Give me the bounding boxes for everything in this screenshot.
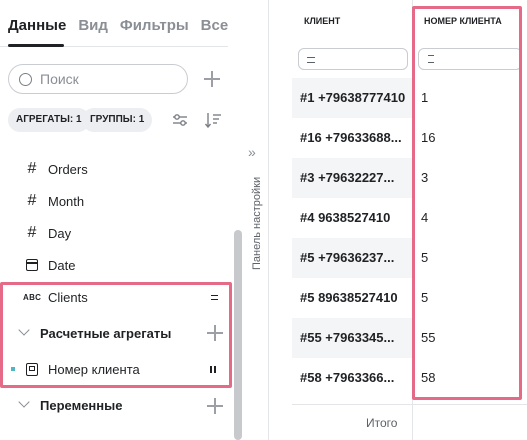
field-label: Clients	[48, 289, 88, 305]
client-number-cell: 58	[421, 370, 436, 385]
table-row[interactable]: #55 +7963345... 55	[292, 318, 527, 358]
chevron-down-icon[interactable]	[18, 396, 30, 408]
pause-handle-icon[interactable]	[210, 365, 216, 373]
string-type-icon: ABC	[23, 292, 42, 302]
scrollbar-thumb[interactable]	[234, 230, 242, 440]
field-client-number[interactable]: Номер клиента	[0, 353, 232, 385]
field-date[interactable]: Date	[0, 249, 232, 281]
sort-icon[interactable]	[204, 111, 222, 129]
client-number-cell: 16	[421, 130, 436, 145]
data-table: КЛИЕНТ НОМЕР КЛИЕНТА #1 +79638777410 1 #…	[292, 0, 527, 440]
table-row[interactable]: #58 +7963366... 58	[292, 358, 527, 398]
field-label: Номер клиента	[48, 361, 140, 377]
filter-icon	[307, 57, 315, 63]
data-panel: Данные Вид Фильтры Все АГРЕГАТЫ: 1 ГРУПП…	[0, 0, 244, 440]
section-variables[interactable]: Переменные	[0, 389, 232, 421]
tab-all[interactable]: Все	[201, 16, 229, 48]
client-number-cell: 55	[421, 330, 436, 345]
column-separator	[412, 0, 413, 440]
numeric-filter-icon	[428, 55, 434, 63]
client-cell: #16 +79633688...	[300, 130, 402, 145]
field-day[interactable]: # Day	[0, 217, 232, 249]
client-number-cell: 3	[421, 170, 429, 185]
table-row[interactable]: #4 9638527410 4	[292, 198, 527, 238]
chevron-down-icon[interactable]	[18, 324, 30, 336]
table-row[interactable]: #3 +79632227... 3	[292, 158, 527, 198]
section-title: Переменные	[40, 397, 123, 413]
client-number-filter[interactable]	[418, 48, 522, 70]
field-label: Orders	[48, 161, 88, 177]
add-variable-button[interactable]	[206, 397, 224, 415]
table-row[interactable]: #5 89638527410 5	[292, 278, 527, 318]
table-row[interactable]: #16 +79633688... 16	[292, 118, 527, 158]
grouping-handle-icon[interactable]	[211, 294, 218, 300]
field-label: Month	[48, 193, 85, 209]
client-filter[interactable]	[298, 48, 408, 70]
table-row[interactable]: #5 +79636237... 5	[292, 238, 527, 278]
totals-label: Итого	[366, 416, 398, 430]
column-header-client-number[interactable]: НОМЕР КЛИЕНТА	[424, 0, 524, 42]
field-clients[interactable]: ABC Clients	[0, 281, 232, 313]
client-number-cell: 4	[421, 210, 429, 225]
aggregates-chip[interactable]: АГРЕГАТЫ: 1	[8, 108, 90, 132]
client-cell: #58 +7963366...	[300, 370, 395, 385]
field-month[interactable]: # Month	[0, 185, 232, 217]
add-calculated-aggregate-button[interactable]	[206, 324, 224, 342]
client-number-cell: 5	[421, 250, 429, 265]
client-cell: #1 +79638777410	[300, 90, 406, 105]
client-cell: #5 +79636237...	[300, 250, 395, 265]
panel-divider	[268, 0, 269, 440]
client-cell: #55 +7963345...	[300, 330, 395, 345]
totals-divider	[292, 404, 527, 405]
groups-chip[interactable]: ГРУППЫ: 1	[82, 108, 153, 132]
tab-filters[interactable]: Фильтры	[120, 16, 189, 48]
section-title: Расчетные агрегаты	[40, 325, 172, 341]
field-label: Date	[48, 257, 76, 273]
calculator-icon	[26, 362, 38, 376]
search-icon	[19, 72, 32, 86]
tab-view[interactable]: Вид	[78, 16, 108, 48]
field-orders[interactable]: # Orders	[0, 153, 232, 185]
expand-chevron-icon[interactable]: »	[248, 144, 256, 160]
client-cell: #4 9638527410	[300, 210, 391, 225]
number-type-icon: #	[27, 160, 37, 177]
client-cell: #5 89638527410	[300, 290, 398, 305]
settings-sliders-icon[interactable]	[172, 112, 188, 128]
number-type-icon: #	[27, 192, 37, 209]
settings-panel-label: Панель настройки	[251, 176, 263, 270]
column-header-client[interactable]: КЛИЕНТ	[304, 0, 412, 42]
search-box[interactable]	[8, 64, 188, 94]
add-field-button[interactable]	[203, 70, 221, 88]
search-input[interactable]	[40, 71, 180, 87]
client-number-cell: 5	[421, 290, 429, 305]
client-cell: #3 +79632227...	[300, 170, 395, 185]
field-label: Day	[48, 225, 72, 241]
client-number-cell: 1	[421, 90, 429, 105]
calendar-icon	[26, 259, 38, 271]
active-tab-indicator	[8, 44, 64, 47]
table-row[interactable]: #1 +79638777410 1	[292, 78, 527, 118]
number-type-icon: #	[27, 224, 37, 241]
section-calculated-aggregates[interactable]: Расчетные агрегаты	[0, 317, 232, 349]
active-marker	[11, 367, 15, 371]
